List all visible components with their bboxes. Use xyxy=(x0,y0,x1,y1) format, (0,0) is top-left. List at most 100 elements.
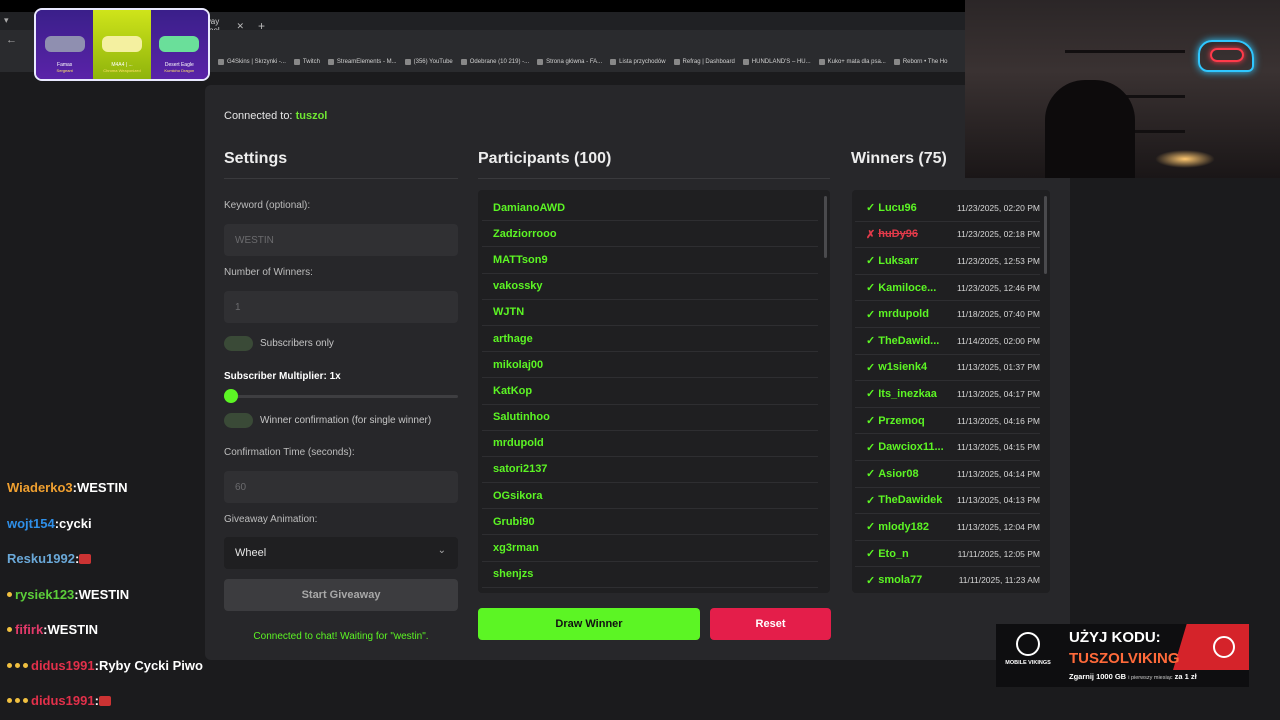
winner-row[interactable]: ✓ mrdupold 11/18/2025, 07:40 PM xyxy=(855,301,1040,328)
chat-username[interactable]: didus1991 xyxy=(31,658,95,673)
participant-row[interactable]: mrdupold xyxy=(482,431,818,457)
participant-row[interactable]: mikolaj00 xyxy=(482,352,818,379)
chat-message: didus1991: xyxy=(0,683,205,719)
winner-row[interactable]: ✓ Its_inezkaa 11/13/2025, 04:17 PM xyxy=(855,381,1040,408)
skin-item: Desert Eagle Kumicho Dragon xyxy=(150,10,208,79)
check-icon: ✓ xyxy=(866,335,876,348)
participant-row[interactable]: MATTson9 xyxy=(482,247,818,274)
participant-row[interactable]: xg3rman xyxy=(482,535,818,562)
winner-row[interactable]: ✓ TheDawid... 11/14/2025, 02:00 PM xyxy=(855,328,1040,355)
keyword-input[interactable]: WESTIN xyxy=(224,224,458,256)
winner-row[interactable]: ✓ Kamiloce... 11/23/2025, 12:46 PM xyxy=(855,275,1040,302)
reset-button[interactable]: Reset xyxy=(710,608,831,640)
participant-row[interactable]: arthage xyxy=(482,326,818,353)
winner-row[interactable]: ✓ TheDawidek 11/13/2025, 04:13 PM xyxy=(855,488,1040,515)
participants-list[interactable]: DamianoAWD Zadziorrooo MATTson9 vakossky WJT… xyxy=(478,190,830,593)
check-icon: ✓ xyxy=(866,468,876,481)
bookmark-item[interactable]: Twitch xyxy=(293,59,320,65)
bookmark-item[interactable]: Refrag | Dashboard xyxy=(673,59,735,65)
promo-small: i pierwszy miesiąc xyxy=(1128,675,1173,681)
giveaway-tool-panel: Connected to: tuszol Settings Participan… xyxy=(205,85,1070,660)
winner-name: w1sienk4 xyxy=(878,361,928,374)
subscriber-multiplier-slider[interactable] xyxy=(224,395,458,398)
subscribers-only-toggle[interactable] xyxy=(224,336,253,351)
winner-name: mrdupold xyxy=(878,308,929,321)
winner-timestamp: 11/13/2025, 04:15 PM xyxy=(956,442,1040,453)
bookmark-favicon-icon xyxy=(610,59,617,65)
winner-confirmation-toggle[interactable] xyxy=(224,413,253,428)
participant-row[interactable]: OGsikora xyxy=(482,483,818,510)
chat-username[interactable]: rysiek123 xyxy=(15,587,74,602)
confirmation-time-input[interactable]: 60 xyxy=(224,471,458,503)
bookmark-label: Odebrane (10 219) -... xyxy=(469,59,530,65)
chat-username[interactable]: wojt154 xyxy=(7,516,55,531)
winner-row[interactable]: ✓ mlody182 11/13/2025, 12:04 PM xyxy=(855,514,1040,541)
winner-row[interactable]: ✓ Lucu96 11/23/2025, 02:20 PM xyxy=(855,195,1040,222)
bookmark-label: Strona główna - FA... xyxy=(546,59,603,65)
winner-name: TheDawid... xyxy=(878,334,940,347)
participant-row[interactable]: KatKop xyxy=(482,378,818,405)
winner-row[interactable]: ✓ Luksarr 11/23/2025, 12:53 PM xyxy=(855,248,1040,275)
check-icon: ✓ xyxy=(866,441,876,454)
draw-winner-button[interactable]: Draw Winner xyxy=(478,608,700,640)
winner-name: mlody182 xyxy=(878,520,929,533)
participant-row[interactable]: satori2137 xyxy=(482,457,818,484)
check-icon: ✓ xyxy=(866,282,876,295)
winner-row[interactable]: ✓ Asior08 11/13/2025, 04:14 PM xyxy=(855,461,1040,488)
bookmark-item[interactable]: Odebrane (10 219) -... xyxy=(460,59,530,65)
chat-message: didus1991: Ryby Cycki Piwo xyxy=(0,648,205,684)
animation-select[interactable]: Wheel ⌄ xyxy=(224,537,458,569)
back-icon[interactable]: ← xyxy=(6,34,17,46)
participant-row[interactable]: DamianoAWD xyxy=(482,195,818,222)
participant-row[interactable]: Zadziorrooo xyxy=(482,221,818,248)
chat-emote-icon xyxy=(79,553,92,564)
bookmark-label: Kuko+ mata dla psa... xyxy=(827,59,886,65)
winner-row[interactable]: ✓ Przemoq 11/13/2025, 04:16 PM xyxy=(855,408,1040,435)
winners-count-input[interactable]: 1 xyxy=(224,291,458,323)
bookmark-label: Refrag | Dashboard xyxy=(682,59,735,65)
winner-row[interactable]: ✓ Dawciox11... 11/13/2025, 04:15 PM xyxy=(855,434,1040,461)
bookmark-item[interactable]: G4Skins | Skrzynki -... xyxy=(218,59,286,65)
slider-handle[interactable] xyxy=(224,389,238,403)
bookmark-favicon-icon xyxy=(742,59,749,65)
participant-row[interactable]: Salutinhoo xyxy=(482,405,818,431)
bookmark-item[interactable]: Strona główna - FA... xyxy=(537,59,602,65)
winner-row[interactable]: ✗ huDy96 11/23/2025, 02:18 PM xyxy=(855,222,1040,249)
bookmark-item[interactable]: StreamElements - M... xyxy=(327,59,397,65)
participant-row[interactable]: vakossky xyxy=(482,274,818,300)
bookmark-label: Lista przychodów xyxy=(619,59,666,65)
chat-message: Wiaderko3: WESTIN xyxy=(0,470,205,506)
chat-username[interactable]: Wiaderko3 xyxy=(7,480,73,495)
winner-timestamp: 11/11/2025, 12:05 PM xyxy=(957,548,1040,559)
check-icon: ✓ xyxy=(866,361,876,374)
winner-row[interactable]: ✓ w1sienk4 11/13/2025, 01:37 PM xyxy=(855,355,1040,382)
check-icon: ✓ xyxy=(866,494,876,507)
winner-row[interactable]: ✓ Eto_n 11/11/2025, 12:05 PM xyxy=(855,541,1040,568)
participant-row[interactable]: WJTN xyxy=(482,300,818,326)
sponsor-logo: MOBILE VIKINGS xyxy=(1002,632,1054,666)
participants-scrollbar[interactable] xyxy=(824,196,827,258)
subscribers-only-label: Subscribers only xyxy=(260,338,334,349)
chat-badge-icon xyxy=(7,662,12,668)
bookmark-item[interactable]: (356) YouTube xyxy=(404,59,453,65)
chat-username[interactable]: didus1991 xyxy=(31,693,95,708)
tab-list-menu-icon[interactable]: ▾ xyxy=(4,15,9,26)
chat-username[interactable]: fifirk xyxy=(15,622,43,637)
winner-timestamp: 11/18/2025, 07:40 PM xyxy=(956,309,1040,320)
settings-title: Settings xyxy=(224,150,288,167)
chat-message: Resku1992: xyxy=(0,541,205,577)
chat-username[interactable]: Resku1992 xyxy=(7,551,75,566)
bookmark-item[interactable]: Reborn • The Ho xyxy=(893,59,948,65)
winners-scrollbar[interactable] xyxy=(1044,196,1047,274)
winners-list[interactable]: ✓ Lucu96 11/23/2025, 02:20 PM ✗ huDy96 11/23/… xyxy=(852,190,1050,593)
participant-row[interactable]: Grubi90 xyxy=(482,509,818,536)
skin-item: Famas Sergeant xyxy=(36,10,94,79)
start-giveaway-button[interactable]: Start Giveaway xyxy=(224,579,458,611)
bookmark-item[interactable]: Lista przychodów xyxy=(610,59,666,65)
bookmark-item[interactable]: HUNDLAND'S – HU... xyxy=(742,59,811,65)
winner-row[interactable]: ✓ smola77 11/11/2025, 11:23 AM xyxy=(855,567,1040,593)
bookmark-item[interactable]: Kuko+ mata dla psa... xyxy=(818,59,886,65)
participant-row[interactable]: shenjzs xyxy=(482,562,818,588)
winner-timestamp: 11/13/2025, 04:13 PM xyxy=(956,495,1040,506)
shelf xyxy=(1065,50,1185,53)
